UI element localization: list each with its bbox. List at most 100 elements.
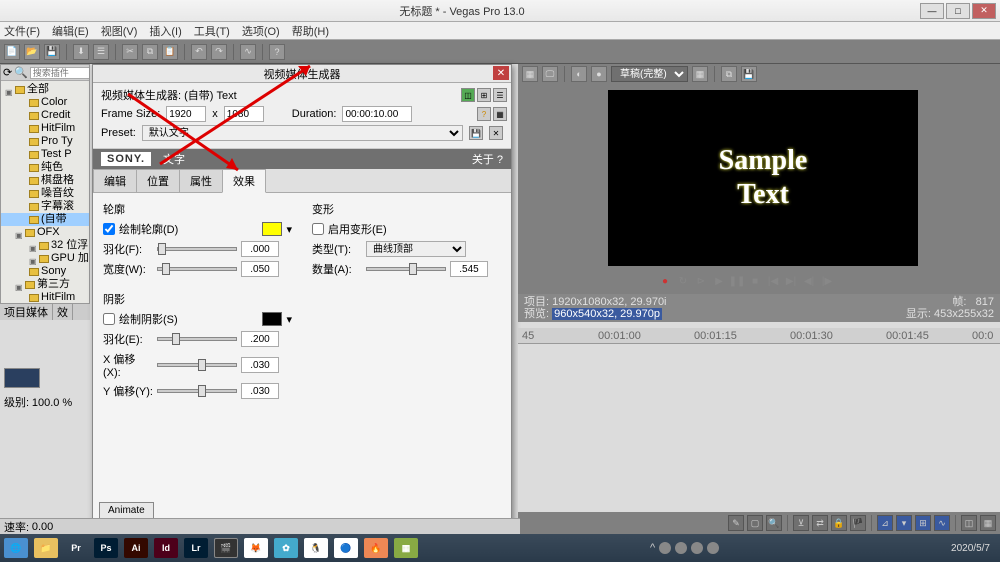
lock-icon[interactable]: 🔒	[831, 515, 847, 531]
taskbar-photoshop-icon[interactable]: Ps	[94, 538, 118, 558]
select-tool-icon[interactable]: ▢	[747, 515, 763, 531]
outline-color-swatch[interactable]	[262, 222, 282, 236]
shadow-feather-input[interactable]	[241, 331, 279, 347]
undo-icon[interactable]: ↶	[191, 44, 207, 60]
animate-button[interactable]: Animate	[99, 502, 154, 519]
tree-item[interactable]: HitFilm	[1, 122, 89, 135]
zoom-thumbnail[interactable]	[4, 368, 40, 388]
tree-item[interactable]: Credit	[1, 109, 89, 122]
new-icon[interactable]: 📄	[4, 44, 20, 60]
prev-frame-button[interactable]: ◀|	[802, 274, 816, 288]
shadow-yoffset-slider[interactable]	[157, 389, 237, 393]
tree-item[interactable]: ▣第三方	[1, 278, 89, 291]
deform-type-select[interactable]: 曲线顶部	[366, 241, 466, 257]
delete-preset-icon[interactable]: ✕	[489, 126, 503, 140]
dropdown-icon[interactable]: ▾	[286, 223, 292, 236]
shadow-feather-slider[interactable]	[157, 337, 237, 341]
redo-icon[interactable]: ↷	[211, 44, 227, 60]
shadow-yoffset-input[interactable]	[241, 383, 279, 399]
tree-item[interactable]: HitFilm	[1, 291, 89, 304]
dialog-close-button[interactable]: ✕	[493, 66, 509, 80]
menu-view[interactable]: 视图(V)	[101, 23, 138, 39]
tree-item[interactable]: ▣OFX	[1, 226, 89, 239]
taskbar-app-icon[interactable]: 🔥	[364, 538, 388, 558]
replace-icon[interactable]: ⊞	[477, 88, 491, 102]
dialog-titlebar[interactable]: 视频媒体生成器 ✕	[93, 65, 511, 83]
cut-icon[interactable]: ✂	[122, 44, 138, 60]
outline-feather-slider[interactable]	[157, 247, 237, 251]
taskbar-illustrator-icon[interactable]: Ai	[124, 538, 148, 558]
record-button[interactable]: ●	[658, 274, 672, 288]
draw-shadow-checkbox[interactable]	[103, 313, 115, 325]
about-link[interactable]: 关于 ?	[472, 151, 503, 167]
tray-icon[interactable]	[675, 542, 687, 554]
help-icon[interactable]: ?	[269, 44, 285, 60]
envelope-icon[interactable]: ∿	[934, 515, 950, 531]
frame-height-input[interactable]	[224, 106, 264, 122]
menu-help[interactable]: 帮助(H)	[292, 23, 329, 39]
tray-network-icon[interactable]	[691, 542, 703, 554]
outline-width-slider[interactable]	[157, 267, 237, 271]
video-preview[interactable]: SampleText	[608, 90, 918, 266]
taskbar-app-icon[interactable]: ▦	[394, 538, 418, 558]
tree-item[interactable]: ▣32 位浮	[1, 239, 89, 252]
auto-crossfade-icon[interactable]: ⊿	[877, 515, 893, 531]
menu-edit[interactable]: 编辑(E)	[52, 23, 89, 39]
taskbar-browser-icon[interactable]: 🌐	[4, 538, 28, 558]
tab-edit[interactable]: 编辑	[93, 169, 137, 192]
dropdown-icon[interactable]: ▾	[286, 313, 292, 326]
close-button[interactable]: ✕	[972, 3, 996, 19]
auto-ripple-icon[interactable]: ⇄	[812, 515, 828, 531]
stop-button[interactable]: ■	[748, 274, 762, 288]
timeline-ruler[interactable]: 45 00:01:00 00:01:15 00:01:30 00:01:45 0…	[518, 328, 1000, 344]
tree-item[interactable]: 纯色	[1, 161, 89, 174]
play-start-button[interactable]: ⊳	[694, 274, 708, 288]
render-icon[interactable]: ⬇	[73, 44, 89, 60]
next-frame-button[interactable]: |▶	[820, 274, 834, 288]
tree-item[interactable]: 棋盘格	[1, 174, 89, 187]
loop-button[interactable]: ↻	[676, 274, 690, 288]
tab-effects[interactable]: 效果	[222, 169, 266, 193]
tl-tool-icon[interactable]: ◫	[961, 515, 977, 531]
list-icon[interactable]: ☰	[493, 88, 507, 102]
taskbar-premiere-icon[interactable]: Pr	[64, 538, 88, 558]
search-icon[interactable]: 🔍	[14, 66, 28, 79]
taskbar-explorer-icon[interactable]: 📁	[34, 538, 58, 558]
tray-icon[interactable]	[659, 542, 671, 554]
menu-tools[interactable]: 工具(T)	[194, 23, 230, 39]
open-icon[interactable]: 📂	[24, 44, 40, 60]
taskbar-chrome-icon[interactable]: 🔵	[334, 538, 358, 558]
preview-fx-icon[interactable]: ●	[591, 66, 607, 82]
taskbar-clock[interactable]: 2020/5/7	[951, 543, 996, 554]
preview-overlay-icon[interactable]: ▦	[692, 66, 708, 82]
minimize-button[interactable]: —	[920, 3, 944, 19]
snap-icon[interactable]: ⊻	[793, 515, 809, 531]
tray-up-icon[interactable]: ^	[650, 542, 655, 554]
outline-feather-input[interactable]	[241, 241, 279, 257]
menu-insert[interactable]: 插入(I)	[149, 23, 181, 39]
duration-input[interactable]	[342, 106, 412, 122]
shadow-xoffset-slider[interactable]	[157, 363, 237, 367]
draw-outline-checkbox[interactable]	[103, 223, 115, 235]
goto-start-button[interactable]: |◀	[766, 274, 780, 288]
search-input[interactable]	[30, 67, 90, 79]
chain-icon[interactable]: ◫	[461, 88, 475, 102]
zoom-tool-icon[interactable]: 🔍	[766, 515, 782, 531]
taskbar-lightroom-icon[interactable]: Lr	[184, 538, 208, 558]
goto-end-button[interactable]: ▶|	[784, 274, 798, 288]
pin-icon[interactable]: ▦	[493, 107, 507, 121]
play-button[interactable]: ▶	[712, 274, 726, 288]
save-preset-icon[interactable]: 💾	[469, 126, 483, 140]
tab-fx[interactable]: 效	[53, 304, 73, 320]
help-icon[interactable]: ?	[477, 107, 491, 121]
outline-width-input[interactable]	[241, 261, 279, 277]
tree-item[interactable]: ▣GPU 加	[1, 252, 89, 265]
preset-select[interactable]: 默认文字	[142, 125, 463, 141]
tree-item-selected[interactable]: (自带	[1, 213, 89, 226]
tl-tool-icon[interactable]: ▦	[980, 515, 996, 531]
menu-file[interactable]: 文件(F)	[4, 23, 40, 39]
save-icon[interactable]: 💾	[44, 44, 60, 60]
shadow-color-swatch[interactable]	[262, 312, 282, 326]
tree-item[interactable]: 字幕滚	[1, 200, 89, 213]
tree-item[interactable]: Sony	[1, 265, 89, 278]
